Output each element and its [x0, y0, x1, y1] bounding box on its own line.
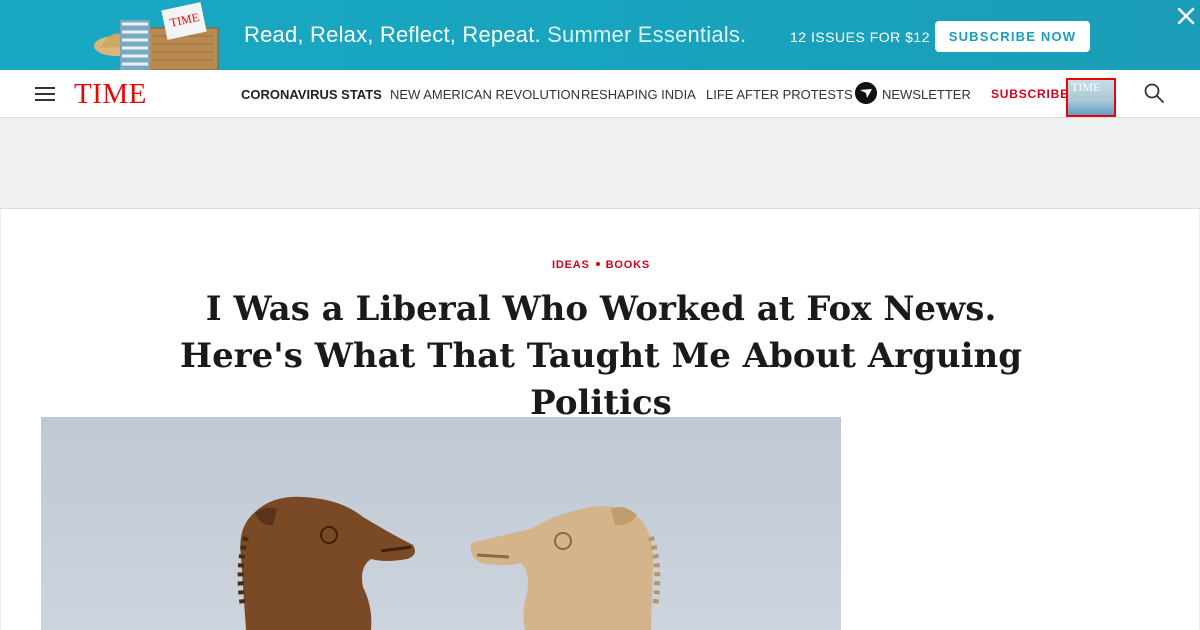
- article: IDEAS BOOKS I Was a Liberal Who Worked at…: [0, 209, 1200, 630]
- close-icon[interactable]: [1174, 4, 1198, 28]
- hero-image: [41, 417, 841, 630]
- promo-tagline-light: Summer Essentials.: [547, 22, 747, 47]
- time-logo[interactable]: TIME: [74, 78, 147, 111]
- tag-ideas[interactable]: IDEAS: [552, 259, 590, 271]
- article-headline: I Was a Liberal Who Worked at Fox News. …: [180, 289, 1022, 423]
- ad-slot: [0, 118, 1200, 209]
- search-icon[interactable]: [1143, 82, 1165, 104]
- tag-separator: [595, 262, 600, 267]
- site-header: TIME CORONAVIRUS STATS NEW AMERICAN REVO…: [0, 70, 1200, 118]
- tag-books[interactable]: BOOKS: [606, 259, 650, 271]
- nav-item-reshaping-india[interactable]: RESHAPING INDIA: [581, 87, 696, 102]
- hamburger-icon[interactable]: [35, 87, 55, 101]
- cover-logo: TIME: [1071, 80, 1101, 94]
- promo-tagline: Read, Relax, Reflect, Repeat. Summer Ess…: [244, 22, 746, 48]
- nav-item-coronavirus-stats[interactable]: CORONAVIRUS STATS: [241, 87, 382, 102]
- newsletter-icon[interactable]: [855, 82, 877, 104]
- subscribe-link[interactable]: SUBSCRIBE: [991, 87, 1069, 101]
- summer-basket-illustration: TIME: [94, 2, 219, 70]
- promo-banner[interactable]: TIME Read, Relax, Reflect, Repeat. Summe…: [0, 0, 1200, 70]
- promo-offer: 12 ISSUES FOR $12: [790, 29, 931, 45]
- nav-item-new-american-revolution[interactable]: NEW AMERICAN REVOLUTION: [390, 87, 580, 102]
- chess-knights-image: [41, 417, 841, 630]
- subscribe-now-button[interactable]: SUBSCRIBE NOW: [935, 21, 1090, 52]
- magazine-cover-thumbnail[interactable]: TIME: [1066, 78, 1116, 117]
- promo-tagline-main: Read, Relax, Reflect, Repeat.: [244, 22, 541, 47]
- article-tags: IDEAS BOOKS: [1, 259, 1200, 271]
- nav-item-newsletter[interactable]: NEWSLETTER: [882, 87, 971, 102]
- nav-item-life-after-protests[interactable]: LIFE AFTER PROTESTS: [706, 87, 853, 102]
